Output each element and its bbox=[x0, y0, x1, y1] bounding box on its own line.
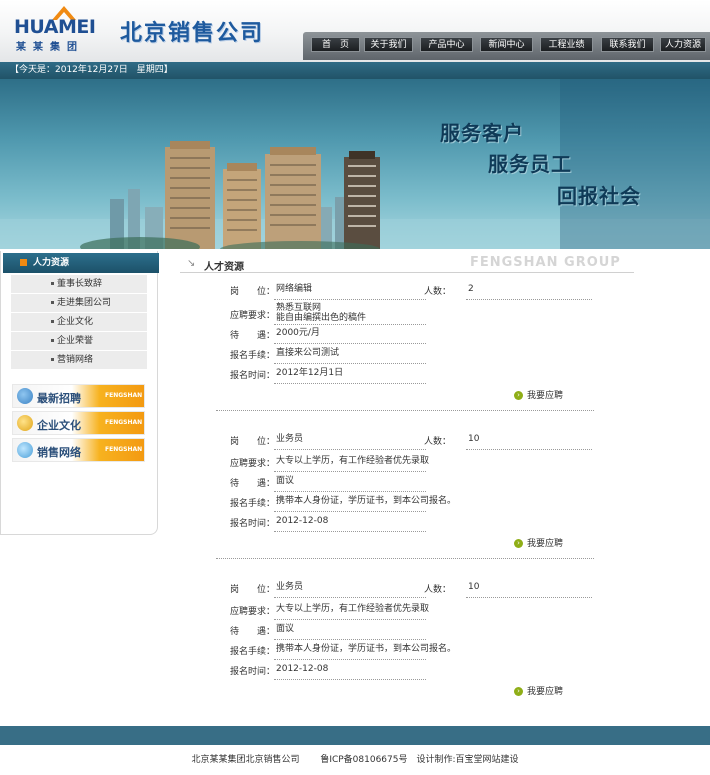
logo-subtitle: 某某集团 bbox=[16, 42, 84, 53]
main-nav: 首 页 关于我们 产品中心 新闻中心 工程业绩 联系我们 人力资源 bbox=[303, 32, 710, 60]
date-bar: 【今天是：2012年12月27日 星期四】 bbox=[0, 62, 710, 79]
globe-icon bbox=[17, 388, 33, 404]
network-icon bbox=[17, 442, 33, 458]
arrow-right-icon: › bbox=[514, 539, 523, 548]
logo[interactable]: HUAMEI 某某集团 bbox=[14, 6, 106, 53]
sidebar-item-culture[interactable]: 企业文化 bbox=[11, 313, 147, 332]
bullet-icon bbox=[51, 301, 54, 304]
bullet-icon bbox=[51, 358, 54, 361]
promo-culture[interactable]: 企业文化 FENGSHAN bbox=[12, 411, 145, 435]
footer-text: 北京某某集团北京销售公司 鲁ICP备08106675号 设计制作:百宝堂网站建设 bbox=[191, 755, 519, 765]
sidebar: 人力资源 董事长致辞 走进集团公司 企业文化 企业荣誉 营销网络 最新招聘 FE… bbox=[0, 251, 159, 535]
job-row-salary: 待 遇： 面议 bbox=[230, 476, 596, 492]
job-count: 10 bbox=[468, 434, 480, 444]
job-date: 2012年12月1日 bbox=[276, 368, 344, 378]
site-header: HUAMEI 某某集团 北京销售公司 首 页 关于我们 产品中心 新闻中心 工程… bbox=[0, 0, 710, 62]
logo-brand: HUAMEI bbox=[14, 16, 96, 38]
nav-contact[interactable]: 联系我们 bbox=[601, 37, 654, 52]
sidebar-item-network[interactable]: 营销网络 bbox=[11, 351, 147, 370]
job-row-requirements: 应聘要求： 大专以上学历，有工作经验者优先录取 bbox=[230, 604, 596, 620]
city-skyline-image bbox=[0, 79, 710, 249]
job-salary: 2000元/月 bbox=[276, 328, 320, 338]
sidebar-item-chairman[interactable]: 董事长致辞 bbox=[11, 275, 147, 294]
promo-network[interactable]: 销售网络 FENGSHAN bbox=[12, 438, 145, 462]
section-title: 人才资源 bbox=[204, 262, 244, 273]
job-date: 2012-12-08 bbox=[276, 664, 329, 674]
job-row-procedure: 报名手续： 携带本人身份证，学历证书，到本公司报名。 bbox=[230, 644, 596, 660]
job-count: 10 bbox=[468, 582, 480, 592]
job-procedure: 直接来公司测试 bbox=[276, 348, 340, 358]
job-procedure: 携带本人身份证，学历证书，到本公司报名。 bbox=[276, 644, 457, 654]
company-name: 北京销售公司 bbox=[120, 21, 265, 46]
nav-home[interactable]: 首 页 bbox=[311, 37, 360, 52]
arrow-right-icon: › bbox=[514, 687, 523, 696]
job-procedure: 携带本人身份证，学历证书，到本公司报名。 bbox=[276, 496, 457, 506]
job-position: 网络编辑 bbox=[276, 284, 313, 294]
nav-news[interactable]: 新闻中心 bbox=[480, 37, 533, 52]
sun-icon bbox=[17, 415, 33, 431]
job-row-position: 岗 位： 业务员 人数： 10 bbox=[230, 582, 596, 598]
sidebar-title: 人力资源 bbox=[3, 253, 159, 273]
job-row-requirements: 应聘要求： 熟悉互联网 能自由编撰出色的稿件 bbox=[230, 303, 596, 326]
apply-button[interactable]: › 我要应聘 bbox=[514, 388, 563, 401]
slogan-2: 服务员工 bbox=[488, 152, 572, 176]
job-row-salary: 待 遇： 2000元/月 bbox=[230, 328, 596, 344]
job-row-procedure: 报名手续： 携带本人身份证，学历证书，到本公司报名。 bbox=[230, 496, 596, 512]
job-row-date: 报名时间： 2012-12-08 bbox=[230, 516, 596, 532]
job-row-salary: 待 遇： 面议 bbox=[230, 624, 596, 640]
slogan-3: 回报社会 bbox=[557, 184, 641, 208]
job-position: 业务员 bbox=[276, 434, 304, 444]
bullet-icon bbox=[51, 282, 54, 285]
nav-projects[interactable]: 工程业绩 bbox=[540, 37, 593, 52]
apply-button[interactable]: › 我要应聘 bbox=[514, 536, 563, 549]
job-requirement: 大专以上学历，有工作经验者优先录取 bbox=[276, 604, 430, 614]
arrow-icon: ↘ bbox=[187, 258, 196, 269]
sidebar-item-honors[interactable]: 企业荣誉 bbox=[11, 332, 147, 351]
job-row-date: 报名时间： 2012年12月1日 bbox=[230, 368, 596, 384]
job-row-requirements: 应聘要求： 大专以上学历，有工作经验者优先录取 bbox=[230, 456, 596, 472]
divider bbox=[216, 558, 594, 559]
nav-about[interactable]: 关于我们 bbox=[364, 37, 413, 52]
job-requirement: 能自由编撰出色的稿件 bbox=[276, 313, 367, 323]
slogan-1: 服务客户 bbox=[440, 121, 524, 145]
sidebar-title-text: 人力资源 bbox=[33, 258, 70, 268]
job-salary: 面议 bbox=[276, 624, 295, 634]
divider bbox=[216, 410, 594, 411]
job-position: 业务员 bbox=[276, 582, 304, 592]
apply-button[interactable]: › 我要应聘 bbox=[514, 684, 563, 697]
job-row-position: 岗 位： 业务员 人数： 10 bbox=[230, 434, 596, 450]
bullet-icon bbox=[51, 320, 54, 323]
job-salary: 面议 bbox=[276, 476, 295, 486]
sidebar-links: 董事长致辞 走进集团公司 企业文化 企业荣誉 营销网络 bbox=[11, 275, 147, 370]
bullet-icon bbox=[51, 339, 54, 342]
promo-recruitment[interactable]: 最新招聘 FENGSHAN bbox=[12, 384, 145, 408]
bullet-square-icon bbox=[20, 259, 27, 266]
footer-bar bbox=[0, 726, 710, 745]
nav-products[interactable]: 产品中心 bbox=[420, 37, 473, 52]
arrow-right-icon: › bbox=[514, 391, 523, 400]
nav-hr[interactable]: 人力资源 bbox=[660, 37, 706, 52]
job-requirement: 大专以上学历，有工作经验者优先录取 bbox=[276, 456, 430, 466]
job-row-procedure: 报名手续： 直接来公司测试 bbox=[230, 348, 596, 364]
job-date: 2012-12-08 bbox=[276, 516, 329, 526]
banner: 服务客户 服务员工 回报社会 bbox=[0, 79, 710, 249]
job-requirement: 熟悉互联网 bbox=[276, 303, 322, 313]
group-watermark: FENGSHAN GROUP bbox=[470, 255, 621, 270]
section-header: ↘ 人才资源 FENGSHAN GROUP bbox=[180, 255, 634, 273]
job-row-position: 岗 位： 网络编辑 人数： 2 bbox=[230, 284, 596, 300]
sidebar-item-group[interactable]: 走进集团公司 bbox=[11, 294, 147, 313]
job-count: 2 bbox=[468, 284, 474, 294]
job-row-date: 报名时间： 2012-12-08 bbox=[230, 664, 596, 680]
